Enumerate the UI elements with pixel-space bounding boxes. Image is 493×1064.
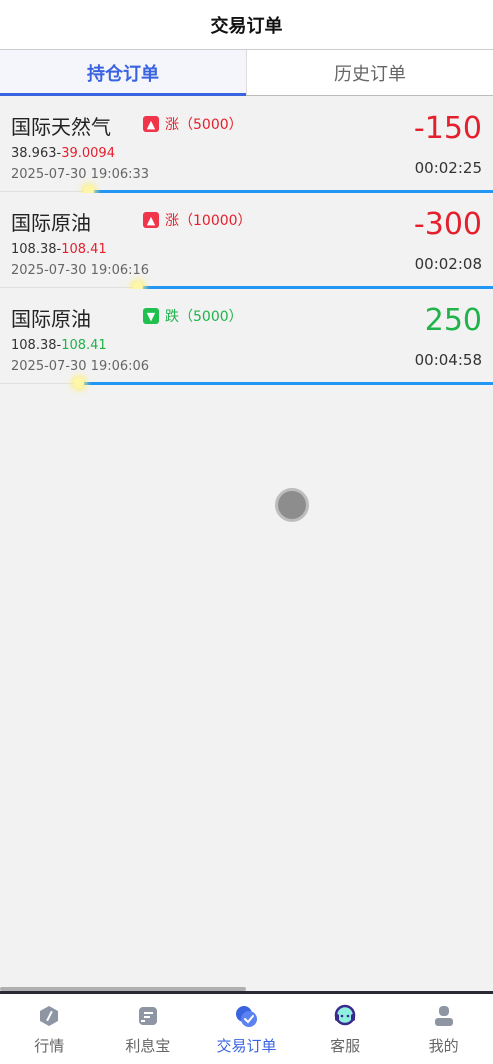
bottom-tabbar: 行情 利息宝 交易订单 客服 我的 [0,991,493,1064]
wallet-icon [135,1003,161,1029]
open-price: 108.38 [11,242,57,257]
order-item[interactable]: 国际天然气 ▲ 涨（5000） 38.963-39.0094 2025-07-3… [0,97,493,196]
tab-history-orders[interactable]: 历史订单 [246,50,493,95]
order-tabs: 持仓订单 历史订单 [0,50,493,96]
profit-loss: 250 [424,303,482,338]
order-time: 2025-07-30 19:06:16 [11,263,150,278]
tabbar-label: 交易订单 [216,1036,277,1055]
compass-icon [36,1003,62,1029]
progress-fill [79,382,493,385]
tabbar-item-orders[interactable]: 交易订单 [197,994,296,1064]
profit-loss: -150 [413,111,482,146]
instrument-name: 国际原油 [11,211,91,235]
current-price: 108.41 [61,242,107,257]
order-item[interactable]: 国际原油 ▼ 跌（5000） 108.38-108.41 2025-07-30 … [0,289,493,388]
current-price: 108.41 [61,338,107,353]
arrow-down-icon: ▼ [143,308,159,324]
tabbar-label: 我的 [428,1036,459,1055]
countdown: 00:02:08 [414,255,482,273]
direction-label: 涨（10000） [165,213,252,229]
tabbar-label: 行情 [34,1036,65,1055]
open-price: 108.38 [11,338,57,353]
progress-bar [0,378,493,388]
page-title: 交易订单 [210,15,283,37]
tabbar-item-support[interactable]: 客服 [296,994,395,1064]
profit-loss: -300 [413,207,482,242]
order-item[interactable]: 国际原油 ▲ 涨（10000） 108.38-108.41 2025-07-30… [0,193,493,292]
tabbar-item-interest[interactable]: 利息宝 [99,994,198,1064]
direction-badge: ▲ 涨（10000） [143,210,252,230]
current-price: 39.0094 [61,146,115,161]
order-time: 2025-07-30 19:06:33 [11,167,150,182]
instrument-name: 国际原油 [11,307,91,331]
page-header: 交易订单 [0,0,493,50]
order-time: 2025-07-30 19:06:06 [11,359,150,374]
tabbar-item-market[interactable]: 行情 [0,994,99,1064]
progress-dot [74,378,84,388]
floating-assist-button[interactable] [275,488,309,522]
price-range: 108.38-108.41 [11,338,107,353]
tabbar-label: 客服 [330,1036,361,1055]
arrow-up-icon: ▲ [143,212,159,228]
tabbar-label: 利息宝 [125,1036,171,1055]
tab-open-orders[interactable]: 持仓订单 [0,50,246,96]
direction-badge: ▼ 跌（5000） [143,306,243,326]
direction-label: 涨（5000） [165,117,243,133]
countdown: 00:04:58 [414,351,482,369]
arrow-up-icon: ▲ [143,116,159,132]
price-range: 38.963-39.0094 [11,146,115,161]
orders-icon [233,1003,259,1029]
direction-badge: ▲ 涨（5000） [143,114,243,134]
open-price: 38.963 [11,146,57,161]
user-icon [431,1003,457,1029]
headset-icon [332,1003,358,1029]
countdown: 00:02:25 [414,159,482,177]
price-range: 108.38-108.41 [11,242,107,257]
instrument-name: 国际天然气 [11,115,111,139]
direction-label: 跌（5000） [165,309,243,325]
tabbar-item-profile[interactable]: 我的 [394,994,493,1064]
